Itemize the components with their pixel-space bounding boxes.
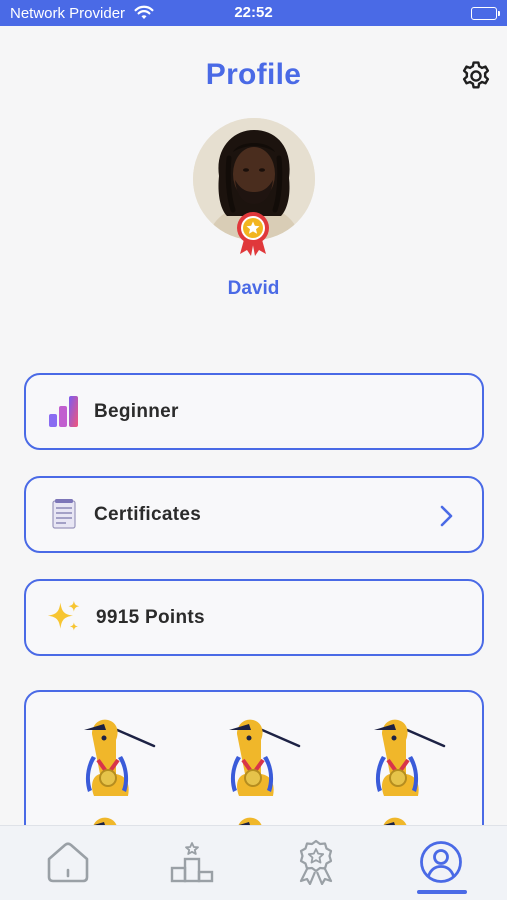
status-bar: Network Provider 22:52 bbox=[0, 0, 507, 26]
certificates-label: Certificates bbox=[94, 503, 202, 525]
points-card: 9915 Points bbox=[24, 579, 484, 656]
settings-button[interactable] bbox=[458, 58, 494, 94]
certificate-notepad-icon bbox=[46, 496, 82, 532]
user-name: David bbox=[227, 278, 280, 299]
battery-icon bbox=[471, 7, 500, 20]
page-title: Profile bbox=[205, 58, 302, 91]
tab-home[interactable] bbox=[40, 836, 96, 888]
profile-icon bbox=[420, 841, 462, 883]
level-label: Beginner bbox=[94, 400, 179, 422]
award-ribbon-icon bbox=[234, 210, 272, 256]
bottom-tab-bar bbox=[0, 825, 507, 900]
tab-awards[interactable] bbox=[288, 836, 344, 888]
kiwi-bird-medal-icon[interactable] bbox=[360, 716, 446, 800]
tab-profile[interactable] bbox=[413, 836, 469, 888]
bar-chart-icon bbox=[46, 393, 82, 429]
kiwi-bird-medal-icon[interactable] bbox=[215, 716, 301, 800]
gear-icon bbox=[462, 61, 490, 89]
chevron-right-icon bbox=[436, 504, 456, 528]
active-tab-indicator bbox=[417, 890, 467, 894]
leaderboard-icon bbox=[170, 842, 214, 883]
sparkles-icon bbox=[46, 599, 82, 635]
status-time: 22:52 bbox=[234, 4, 273, 21]
profile-avatar-container[interactable] bbox=[193, 118, 315, 256]
kiwi-bird-medal-icon[interactable] bbox=[70, 716, 156, 800]
points-label: 9915 Points bbox=[96, 606, 205, 628]
home-icon bbox=[47, 842, 89, 883]
certificates-card[interactable]: Certificates bbox=[24, 476, 484, 553]
award-icon bbox=[299, 839, 333, 885]
tab-leaderboard[interactable] bbox=[164, 836, 220, 888]
level-card[interactable]: Beginner bbox=[24, 373, 484, 450]
